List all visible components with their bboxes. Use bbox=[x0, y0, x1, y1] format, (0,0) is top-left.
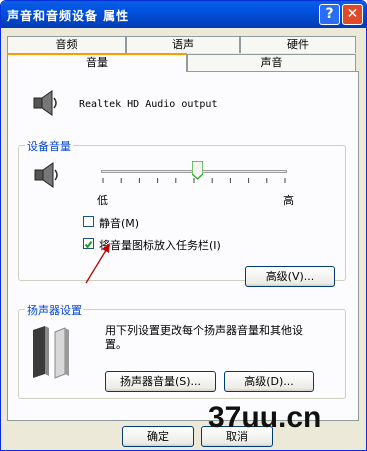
tab-volume[interactable]: 音量 bbox=[7, 53, 187, 72]
tab-voice[interactable]: 语声 bbox=[126, 36, 240, 53]
tab-hardware[interactable]: 硬件 bbox=[240, 36, 356, 53]
speakers-icon bbox=[33, 326, 69, 379]
volume-slider-thumb[interactable] bbox=[191, 160, 204, 180]
tab-sounds[interactable]: 声音 bbox=[187, 54, 356, 71]
ok-button[interactable]: 确定 bbox=[122, 426, 194, 447]
advanced-volume-button[interactable]: 高级(V)... bbox=[245, 266, 335, 287]
volume-high-label: 高 bbox=[283, 194, 294, 207]
speaker-settings-title: 扬声器设置 bbox=[25, 302, 84, 318]
speaker-advanced-button[interactable]: 高级(D)... bbox=[224, 371, 314, 392]
tab-audio[interactable]: 音频 bbox=[7, 36, 126, 53]
watermark: 37uu.cn bbox=[208, 401, 322, 434]
mute-checkbox[interactable] bbox=[83, 216, 94, 227]
close-button[interactable]: ✕ bbox=[342, 4, 363, 25]
device-name: Realtek HD Audio output bbox=[79, 99, 218, 110]
window-title: 声音和音频设备 属性 bbox=[7, 9, 130, 23]
properties-window: 声音和音频设备 属性 ? ✕ 音频 语声 硬件 音量 声音 Realtek HD… bbox=[0, 0, 367, 451]
mute-label[interactable]: 静音(M) bbox=[99, 215, 139, 231]
close-icon: ✕ bbox=[346, 6, 359, 22]
speaker-settings-group: 扬声器设置 用下列设置更改每个扬声器音量和其他设 置。 扬声器音量(S)... … bbox=[18, 302, 346, 399]
tray-icon-label[interactable]: 将音量图标放入任务栏(I) bbox=[99, 237, 221, 253]
speaker-description-line2: 置。 bbox=[105, 338, 127, 351]
volume-low-label: 低 bbox=[97, 194, 108, 207]
volume-tab-panel: Realtek HD Audio output 设备音量 低 高 静音(M) 将… bbox=[7, 71, 359, 421]
help-icon: ? bbox=[325, 6, 334, 22]
speaker-volume-button[interactable]: 扬声器音量(S)... bbox=[105, 371, 216, 392]
title-bar[interactable]: 声音和音频设备 属性 ? ✕ bbox=[1, 1, 366, 28]
speaker-icon bbox=[34, 162, 58, 188]
device-volume-title: 设备音量 bbox=[25, 138, 73, 154]
device-volume-group: 设备音量 低 高 静音(M) 将音量图标放入任务栏(I) 高级(V)... bbox=[18, 138, 346, 287]
speaker-description-line1: 用下列设置更改每个扬声器音量和其他设 bbox=[105, 324, 303, 337]
help-button[interactable]: ? bbox=[319, 4, 340, 25]
speaker-icon bbox=[33, 90, 57, 116]
annotation-arrow bbox=[85, 243, 110, 284]
